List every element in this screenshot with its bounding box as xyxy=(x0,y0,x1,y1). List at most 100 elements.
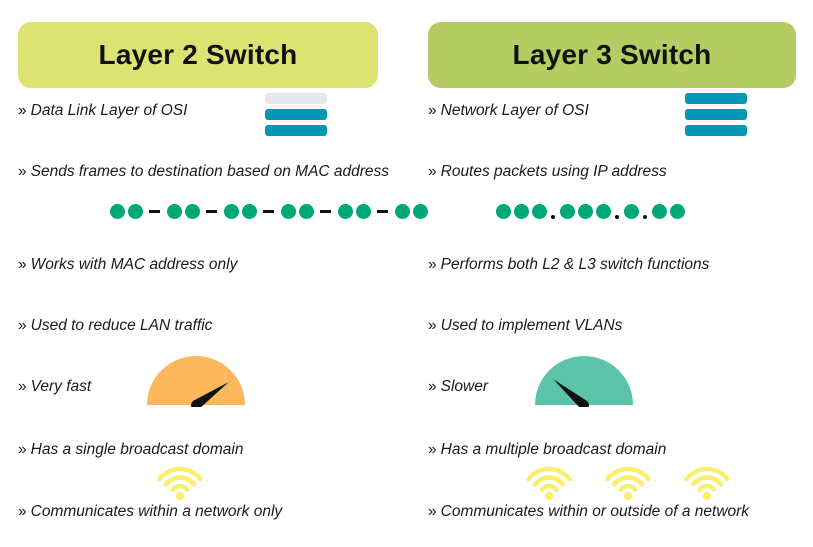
bullet-text: Has a single broadcast domain xyxy=(30,441,244,458)
address-dot xyxy=(298,204,314,219)
bullet-text: Data Link Layer of OSI xyxy=(30,102,188,119)
address-separator xyxy=(206,210,217,213)
bullet-text: Sends frames to destination based on MAC… xyxy=(30,163,390,180)
address-separator xyxy=(149,210,160,213)
bullet-marker: » xyxy=(18,503,27,520)
bullet-l3-6: » Has a multiple broadcast domain xyxy=(428,435,813,465)
address-dot xyxy=(109,204,125,219)
bullet-l2-7: » Communicates within a network only xyxy=(18,497,410,527)
bullet-l3-2: » Routes packets using IP address xyxy=(428,157,813,187)
page-title-layer-2: Layer 2 Switch xyxy=(98,39,298,70)
wifi-icon-2 xyxy=(605,466,651,501)
address-separator xyxy=(643,215,647,219)
bullet-marker: » xyxy=(428,256,437,273)
layer-bar-3 xyxy=(265,125,327,136)
bullet-l2-6: » Has a single broadcast domain xyxy=(18,435,410,465)
bullet-text: Communicates within or outside of a netw… xyxy=(440,503,750,520)
address-group xyxy=(393,204,429,219)
layer-bar-2 xyxy=(265,109,327,120)
address-dot xyxy=(223,204,239,219)
address-group xyxy=(165,204,201,219)
address-separator xyxy=(320,210,331,213)
address-dot xyxy=(412,204,428,219)
bullet-l3-7: » Communicates within or outside of a net… xyxy=(428,497,813,527)
address-dot xyxy=(127,204,143,219)
bullet-l2-2: » Sends frames to destination based on MA… xyxy=(18,157,390,187)
address-group xyxy=(558,204,612,219)
gauge-svg xyxy=(535,356,633,410)
bullet-text: Very fast xyxy=(30,378,92,395)
mac-address-icon xyxy=(108,204,429,219)
ip-address-icon xyxy=(494,204,686,219)
address-separator xyxy=(263,210,274,213)
wifi-arc-1 xyxy=(170,483,190,492)
comparison-infographic: Layer 2 Switch » Data Link Layer of OSI »… xyxy=(0,0,813,547)
page-title-layer-3: Layer 3 Switch xyxy=(512,39,712,70)
osi-layer-bars-icon-l3 xyxy=(685,93,747,136)
layer-bar-1 xyxy=(265,93,327,104)
address-dot xyxy=(559,204,575,219)
header-card-layer-2: Layer 2 Switch xyxy=(18,22,378,88)
bullet-text: Used to implement VLANs xyxy=(440,317,623,334)
address-dot xyxy=(241,204,257,219)
address-separator xyxy=(615,215,619,219)
address-dot xyxy=(577,204,593,219)
address-dot xyxy=(669,204,685,219)
wifi-arc-1 xyxy=(618,483,638,492)
column-layer-3: Layer 3 Switch » Network Layer of OSI » Ro… xyxy=(428,0,813,547)
wifi-arc-1 xyxy=(697,483,717,492)
osi-layer-bars-icon-l2 xyxy=(265,93,327,136)
column-layer-2: Layer 2 Switch » Data Link Layer of OSI »… xyxy=(18,0,428,547)
header-card-layer-3: Layer 3 Switch xyxy=(428,22,796,88)
address-group xyxy=(622,204,640,219)
wifi-arc-2 xyxy=(533,475,565,487)
address-dot xyxy=(394,204,410,219)
address-group xyxy=(108,204,144,219)
address-dot xyxy=(355,204,371,219)
address-dot xyxy=(595,204,611,219)
layer-bar-1 xyxy=(685,93,747,104)
bullet-text: Communicates within a network only xyxy=(30,503,283,520)
bullet-marker: » xyxy=(428,163,437,180)
bullet-text: Works with MAC address only xyxy=(30,256,238,273)
wifi-arc-2 xyxy=(164,475,196,487)
address-dot xyxy=(166,204,182,219)
bullet-l3-3: » Performs both L2 & L3 switch functions xyxy=(428,250,813,280)
bullet-marker: » xyxy=(18,163,27,180)
gauge-dial xyxy=(147,356,245,405)
address-group xyxy=(222,204,258,219)
bullet-marker: » xyxy=(428,317,437,334)
bullet-marker: » xyxy=(428,102,437,119)
address-group xyxy=(494,204,548,219)
bullet-l2-3: » Works with MAC address only xyxy=(18,250,410,280)
bullet-marker: » xyxy=(18,317,27,334)
address-dot xyxy=(337,204,353,219)
address-dot xyxy=(495,204,511,219)
wifi-icon-3 xyxy=(684,466,730,501)
gauge-svg xyxy=(147,356,245,410)
address-separator xyxy=(551,215,555,219)
bullet-l2-1: » Data Link Layer of OSI xyxy=(18,96,410,126)
bullet-text: Network Layer of OSI xyxy=(440,102,589,119)
address-separator xyxy=(377,210,388,213)
bullet-marker: » xyxy=(18,441,27,458)
address-dot xyxy=(513,204,529,219)
speed-gauge-fast-icon xyxy=(147,356,245,412)
wifi-icon-1 xyxy=(157,466,203,501)
bullet-l3-1: » Network Layer of OSI xyxy=(428,96,813,126)
bullet-marker: » xyxy=(18,256,27,273)
gauge-dial xyxy=(535,356,633,405)
address-dot xyxy=(651,204,667,219)
layer-bar-3 xyxy=(685,125,747,136)
address-dot xyxy=(623,204,639,219)
layer-bar-2 xyxy=(685,109,747,120)
bullet-marker: » xyxy=(428,503,437,520)
bullet-text: Slower xyxy=(440,378,489,395)
wifi-arc-2 xyxy=(612,475,644,487)
wifi-arc-1 xyxy=(539,483,559,492)
bullet-marker: » xyxy=(18,102,27,119)
address-dot xyxy=(184,204,200,219)
address-dot xyxy=(531,204,547,219)
bullet-text: Used to reduce LAN traffic xyxy=(30,317,213,334)
bullet-text: Performs both L2 & L3 switch functions xyxy=(440,256,710,273)
